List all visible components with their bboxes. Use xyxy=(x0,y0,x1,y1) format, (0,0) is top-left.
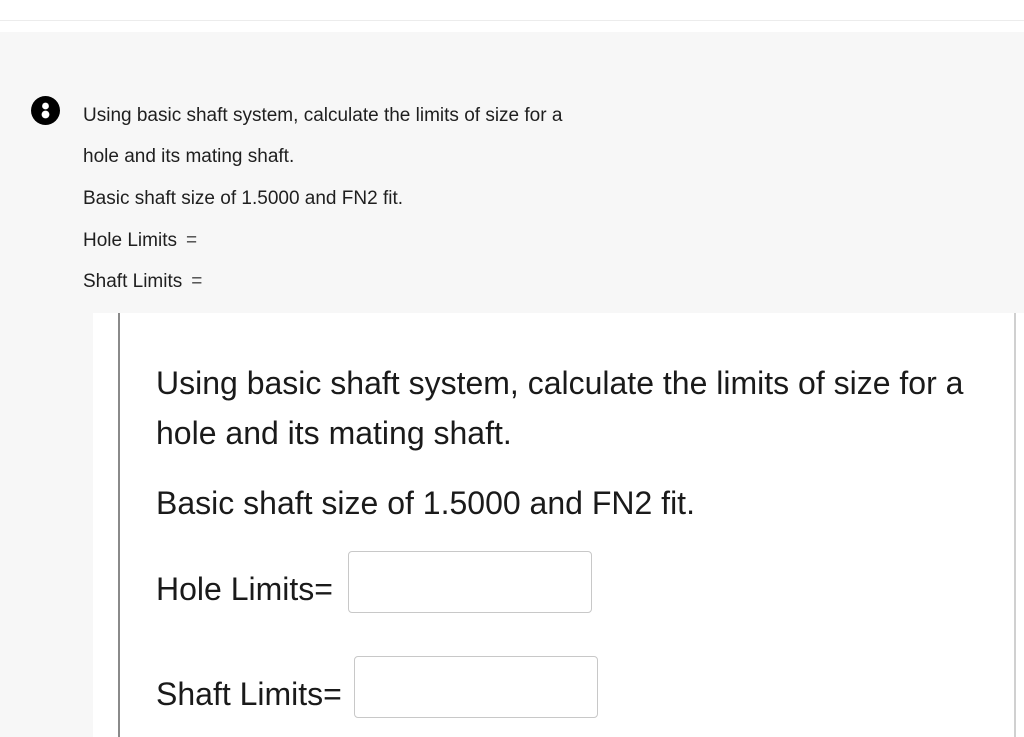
shaft-limits-row: Shaft Limits = xyxy=(83,270,202,294)
step-marker-icon xyxy=(31,96,60,125)
hole-limits-row: Hole Limits = xyxy=(83,229,197,253)
shaft-limits-input[interactable] xyxy=(354,656,598,718)
image-text-line-2: hole and its mating shaft. xyxy=(156,415,512,451)
question-text-line-2: hole and its mating shaft. xyxy=(83,146,295,167)
shaft-limits-equals: = xyxy=(191,271,203,292)
image-hole-limits-label: Hole Limits= xyxy=(156,571,333,607)
hole-limits-input[interactable] xyxy=(348,551,592,613)
image-card-left-border xyxy=(118,313,120,737)
hole-limits-label: Hole Limits xyxy=(83,230,177,251)
image-text-line-1: Using basic shaft system, calculate the … xyxy=(156,365,964,401)
top-divider xyxy=(0,20,1024,21)
hole-limits-equals: = xyxy=(185,230,198,251)
question-text-line-3: Basic shaft size of 1.5000 and FN2 fit. xyxy=(83,188,404,209)
image-card-right-border xyxy=(1014,313,1016,737)
image-shaft-limits-label: Shaft Limits= xyxy=(156,676,342,712)
image-text-line-3: Basic shaft size of 1.5000 and FN2 fit. xyxy=(156,485,695,521)
question-text-line-1: Using basic shaft system, calculate the … xyxy=(83,105,563,126)
shaft-limits-label: Shaft Limits xyxy=(83,271,183,292)
